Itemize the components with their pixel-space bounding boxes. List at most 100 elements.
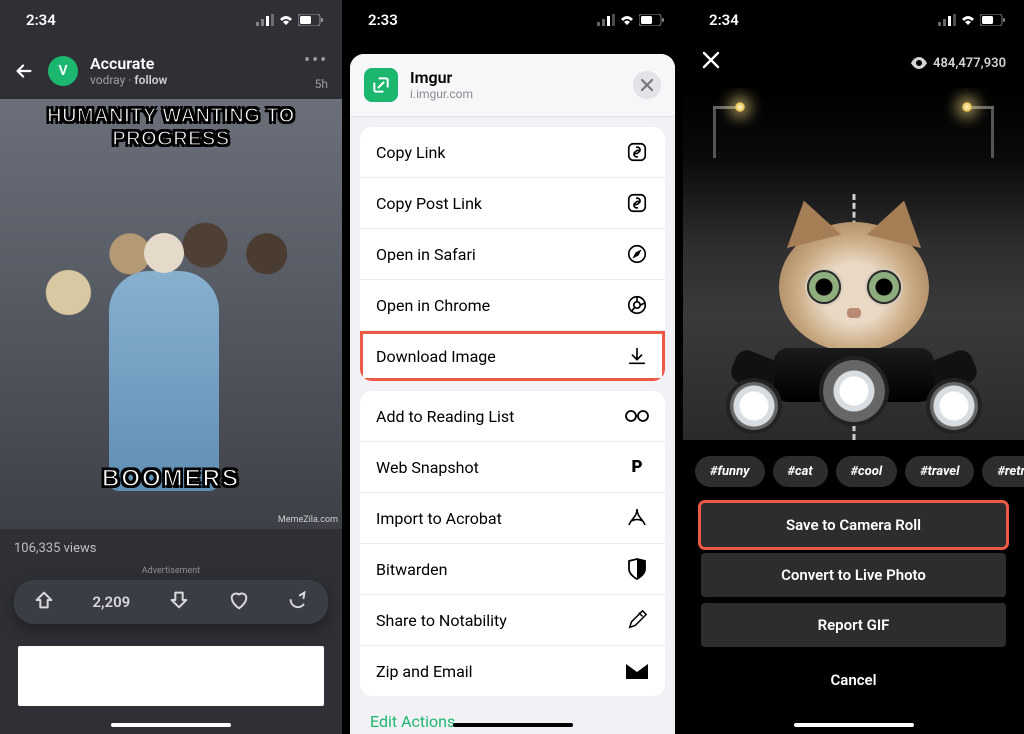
open-safari-action[interactable]: Open in Safari (360, 229, 665, 280)
status-time: 2:34 (26, 11, 56, 29)
app-domain: i.imgur.com (410, 87, 621, 101)
copy-post-link-action[interactable]: Copy Post Link (360, 178, 665, 229)
status-time: 2:33 (368, 11, 398, 29)
arrow-down-icon (168, 589, 190, 611)
import-acrobat-action[interactable]: Import to Acrobat (360, 493, 665, 544)
share-sheet-header: Imgur i.imgur.com (350, 54, 675, 117)
meme-watermark: MemeZila.com (278, 515, 338, 525)
report-gif-button[interactable]: Report GIF (701, 603, 1006, 647)
wifi-icon (278, 14, 294, 26)
status-icons (938, 14, 1006, 26)
share-button[interactable] (287, 589, 309, 615)
downvote-button[interactable] (168, 589, 190, 615)
status-bar: 2:34 (0, 0, 342, 40)
share-icon (287, 589, 309, 611)
open-chrome-action[interactable]: Open in Chrome (360, 280, 665, 331)
post-action-bar: 2,209 (14, 580, 328, 624)
glasses-icon (625, 404, 649, 428)
eye-icon (911, 57, 927, 69)
tag-travel[interactable]: #travel (905, 456, 974, 487)
link-icon (625, 191, 649, 215)
pencil-icon (625, 608, 649, 632)
signal-icon (938, 14, 956, 26)
status-bar: 2:33 (342, 0, 683, 40)
user-avatar[interactable]: V (48, 56, 78, 86)
follow-link[interactable]: follow (134, 73, 167, 87)
arrow-left-icon (13, 60, 35, 82)
save-camera-roll-button[interactable]: Save to Camera Roll (701, 503, 1006, 547)
reading-list-action[interactable]: Add to Reading List (360, 391, 665, 442)
post-title-block: Accurate vodray · follow (90, 54, 292, 88)
tag-row: #funny #cat #cool #travel #retro (683, 440, 1024, 497)
share-action-group-2: Add to Reading List Web Snapshot P Impor… (360, 391, 665, 696)
tag-cat[interactable]: #cat (773, 456, 828, 487)
upvote-button[interactable] (33, 589, 55, 615)
status-time: 2:34 (709, 11, 739, 29)
battery-icon (639, 14, 665, 26)
p-icon: P (625, 455, 649, 479)
meme-top-text: HUMANITY WANTING TO PROGRESS (0, 105, 342, 151)
close-icon (640, 78, 654, 92)
post-image[interactable]: HUMANITY WANTING TO PROGRESS BOOMERS Mem… (0, 99, 342, 529)
download-icon (625, 344, 649, 368)
status-icons (256, 14, 324, 26)
share-action-group-1: Copy Link Copy Post Link Open in Safari … (360, 127, 665, 381)
close-button[interactable] (701, 50, 721, 76)
back-button[interactable] (12, 60, 36, 82)
shield-icon (625, 557, 649, 581)
download-image-action[interactable]: Download Image (360, 331, 665, 381)
wifi-icon (619, 14, 635, 26)
wifi-icon (960, 14, 976, 26)
home-indicator[interactable] (111, 723, 231, 727)
tag-cool[interactable]: #cool (836, 456, 898, 487)
giphy-save-screen: 2:34 484,477,930 #f (683, 0, 1024, 734)
ios-share-sheet-screen: 2:33 Imgur i.imgur.com Copy Link (342, 0, 683, 734)
web-snapshot-action[interactable]: Web Snapshot P (360, 442, 665, 493)
mail-icon (625, 659, 649, 683)
more-button[interactable]: ••• (304, 50, 328, 71)
tag-funny[interactable]: #funny (695, 456, 765, 487)
battery-icon (980, 14, 1006, 26)
share-sheet: Imgur i.imgur.com Copy Link Copy Post Li… (350, 54, 675, 734)
view-count: 106,335 views (0, 529, 342, 562)
convert-live-photo-button[interactable]: Convert to Live Photo (701, 553, 1006, 597)
copy-link-action[interactable]: Copy Link (360, 127, 665, 178)
post-header: V Accurate vodray · follow ••• 5h (0, 40, 342, 99)
post-title: Accurate (90, 54, 292, 73)
post-time: 5h (304, 77, 328, 91)
favorite-button[interactable] (228, 589, 250, 615)
home-indicator[interactable] (794, 723, 914, 727)
imgur-post-screen: 2:34 V Accurate vodray · follow ••• 5h H… (0, 0, 342, 734)
chrome-icon (625, 293, 649, 317)
signal-icon (597, 14, 615, 26)
view-count: 484,477,930 (911, 56, 1006, 71)
link-icon (625, 140, 649, 164)
edit-actions-link[interactable]: Edit Actions… (350, 696, 675, 734)
ad-placeholder (18, 646, 324, 706)
imgur-app-icon (364, 68, 398, 102)
meme-bottom-text: BOOMERS (0, 465, 342, 493)
status-icons (597, 14, 665, 26)
heart-icon (228, 589, 250, 611)
username[interactable]: vodray (90, 73, 125, 87)
home-indicator[interactable] (453, 723, 573, 727)
compass-icon (625, 242, 649, 266)
gif-preview[interactable] (683, 88, 1024, 440)
cancel-button[interactable]: Cancel (683, 653, 1024, 689)
ad-label: Advertisement (0, 566, 342, 576)
signal-icon (256, 14, 274, 26)
app-name: Imgur (410, 68, 621, 87)
status-bar: 2:34 (683, 0, 1024, 40)
battery-icon (298, 14, 324, 26)
post-subtitle: vodray · follow (90, 73, 292, 87)
zip-email-action[interactable]: Zip and Email (360, 646, 665, 696)
top-bar: 484,477,930 (683, 40, 1024, 82)
close-icon (701, 50, 721, 70)
score: 2,209 (92, 593, 130, 611)
arrow-up-icon (33, 589, 55, 611)
share-notability-action[interactable]: Share to Notability (360, 595, 665, 646)
tag-retro[interactable]: #retro (982, 456, 1024, 487)
close-button[interactable] (633, 71, 661, 99)
bitwarden-action[interactable]: Bitwarden (360, 544, 665, 595)
acrobat-icon (625, 506, 649, 530)
